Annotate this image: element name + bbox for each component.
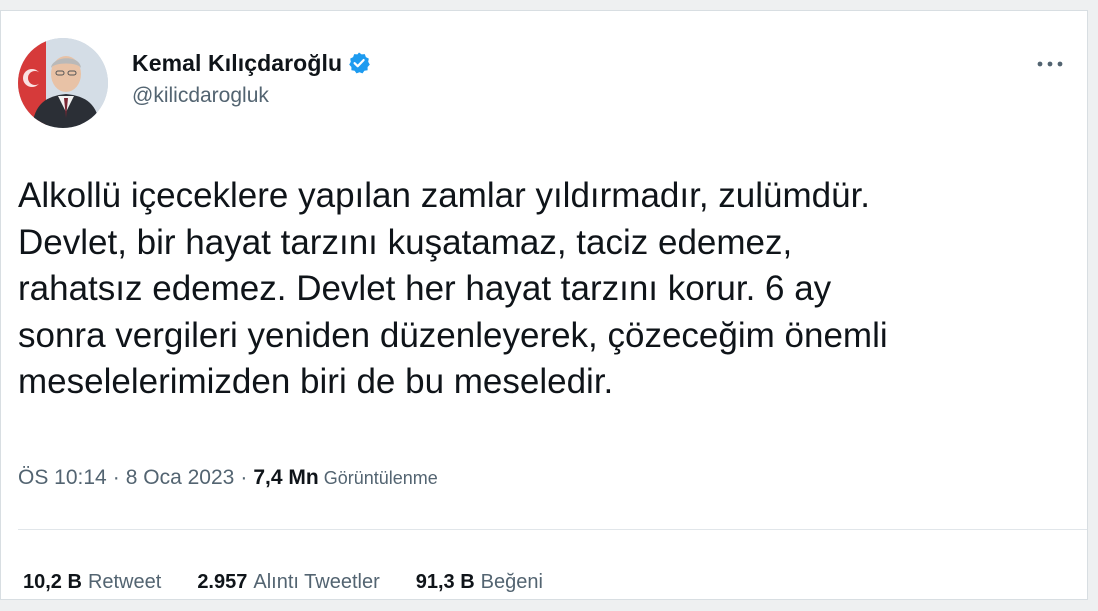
author-handle[interactable]: @kilicdarogluk bbox=[132, 84, 371, 108]
likes-count: 91,3 B bbox=[415, 571, 475, 593]
quotes-count: 2.957 bbox=[197, 571, 248, 593]
name-row: Kemal Kılıçdaroğlu bbox=[132, 49, 371, 77]
likes-stat[interactable]: 91,3 B Beğeni bbox=[416, 571, 543, 594]
profile-photo-icon bbox=[18, 38, 108, 128]
tweet-card: Kemal Kılıçdaroğlu @kilicdarogluk Alkoll… bbox=[0, 10, 1088, 600]
tweet-time[interactable]: ÖS 10:14 bbox=[18, 466, 107, 490]
meta-separator: · bbox=[240, 466, 248, 489]
quotes-stat[interactable]: 2.957 Alıntı Tweetler bbox=[197, 571, 379, 594]
tweet-date[interactable]: 8 Oca 2023 bbox=[126, 466, 235, 490]
tweet-stats: 10,2 B Retweet 2.957 Alıntı Tweetler 91,… bbox=[23, 571, 579, 594]
views-label: Görüntülenme bbox=[323, 468, 438, 488]
tweet-metadata: ÖS 10:14 · 8 Oca 2023 · 7,4 Mn Görüntüle… bbox=[18, 466, 438, 490]
likes-label: Beğeni bbox=[480, 571, 543, 593]
avatar[interactable] bbox=[18, 38, 108, 128]
user-info: Kemal Kılıçdaroğlu @kilicdarogluk bbox=[132, 49, 371, 108]
quotes-label: Alıntı Tweetler bbox=[253, 571, 380, 593]
ellipsis-icon[interactable] bbox=[1035, 56, 1065, 72]
meta-separator: · bbox=[112, 466, 120, 489]
retweets-count: 10,2 B bbox=[23, 571, 82, 593]
retweets-stat[interactable]: 10,2 B Retweet bbox=[23, 571, 161, 594]
retweets-label: Retweet bbox=[87, 571, 162, 593]
divider bbox=[18, 529, 1087, 530]
verified-badge-icon bbox=[347, 51, 371, 75]
views-count: 7,4 Mn bbox=[253, 466, 319, 489]
author-display-name[interactable]: Kemal Kılıçdaroğlu bbox=[132, 50, 342, 77]
tweet-text: Alkollü içeceklere yapılan zamlar yıldır… bbox=[18, 176, 888, 401]
